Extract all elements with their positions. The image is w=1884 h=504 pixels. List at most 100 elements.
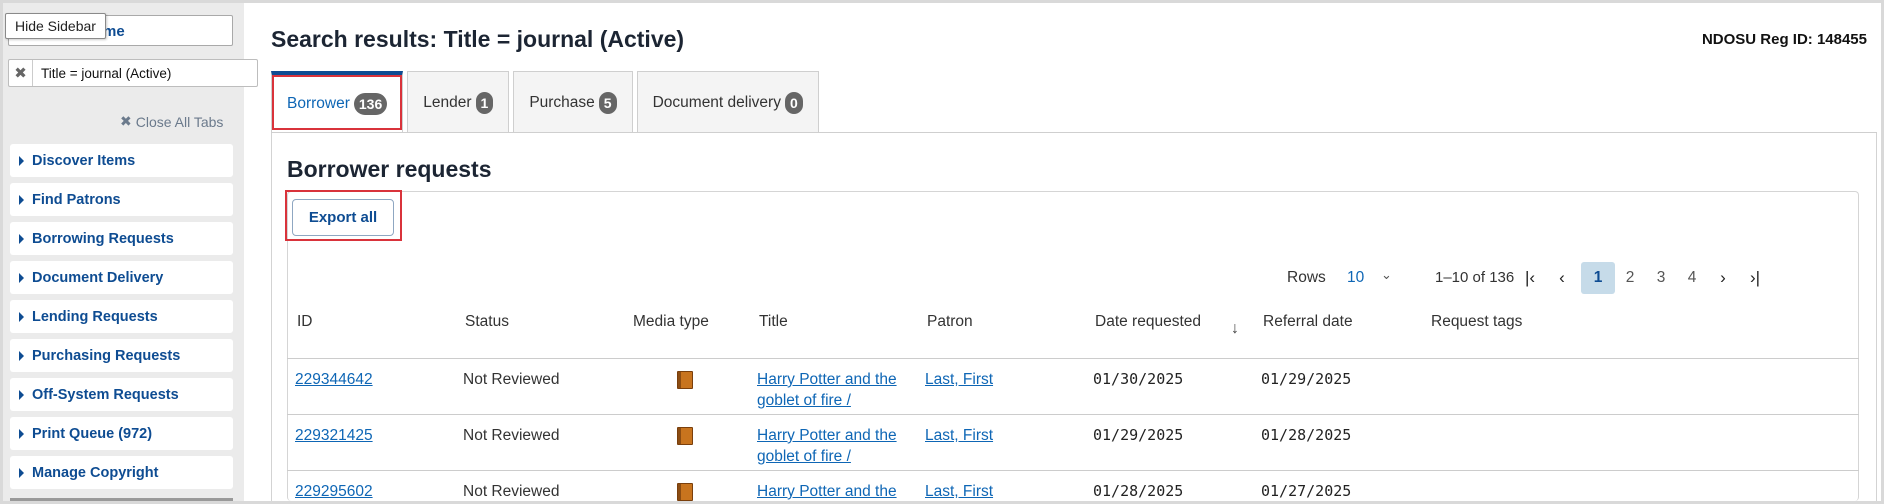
- column-header-id[interactable]: ID: [297, 313, 313, 331]
- sidebar-item-label: Print Queue (972): [32, 425, 153, 442]
- page-button-4[interactable]: 4: [1675, 262, 1709, 294]
- search-result-tab-label: Title = journal (Active): [41, 65, 172, 81]
- request-id-link[interactable]: 229321425: [295, 425, 373, 446]
- date-requested-cell: 01/30/2025: [1093, 370, 1184, 388]
- title-cell: Harry Potter and the: [757, 481, 897, 502]
- column-header-request-tags[interactable]: Request tags: [1431, 313, 1522, 331]
- sidebar-item-lending-requests[interactable]: Lending Requests: [10, 300, 233, 333]
- rows-per-page-select[interactable]: 10: [1347, 269, 1364, 287]
- title-link-continued[interactable]: goblet of fire /: [757, 392, 851, 409]
- tab-borrower[interactable]: Borrower 136: [271, 71, 404, 133]
- status-cell: Not Reviewed: [463, 427, 560, 444]
- first-page-icon: |‹: [1524, 268, 1536, 287]
- rows-label: Rows: [1287, 269, 1326, 286]
- close-icon: ✖: [120, 113, 132, 129]
- sidebar-item-label: Manage Copyright: [32, 464, 159, 481]
- search-result-tab[interactable]: ✖ Title = journal (Active): [8, 59, 258, 87]
- book-icon: [677, 483, 693, 501]
- sidebar-item-borrowing-requests[interactable]: Borrowing Requests: [10, 222, 233, 255]
- column-header-media-type[interactable]: Media type: [633, 313, 709, 331]
- tab-borrower-count-badge: 136: [353, 93, 388, 115]
- page-button-1[interactable]: 1: [1581, 262, 1615, 294]
- sidebar-divider: [10, 498, 233, 501]
- hide-sidebar-tooltip: Hide Sidebar: [5, 13, 106, 39]
- page-button-2[interactable]: 2: [1613, 262, 1647, 294]
- export-all-button[interactable]: Export all: [292, 199, 394, 236]
- last-page-icon: ›|: [1749, 268, 1761, 287]
- chevron-down-icon[interactable]: ⌄: [1381, 267, 1392, 283]
- title-link-continued[interactable]: goblet of fire /: [757, 448, 851, 465]
- table-header: ID Status Media type Title Patron Date r…: [287, 313, 1859, 359]
- sidebar-item-manage-copyright[interactable]: Manage Copyright: [10, 456, 233, 489]
- sidebar-item-purchasing-requests[interactable]: Purchasing Requests: [10, 339, 233, 372]
- referral-date-cell: 01/29/2025: [1261, 370, 1352, 388]
- title-cell: Harry Potter and the goblet of fire /: [757, 425, 897, 467]
- book-icon: [677, 371, 693, 389]
- sidebar-item-label: Discover Items: [32, 152, 136, 169]
- first-page-button[interactable]: |‹: [1513, 262, 1547, 294]
- patron-link[interactable]: Last, First: [925, 369, 993, 390]
- column-header-referral-date[interactable]: Referral date: [1263, 313, 1353, 331]
- close-all-tabs-link[interactable]: ✖ Close All Tabs: [120, 113, 223, 130]
- title-link[interactable]: Harry Potter and the: [757, 427, 897, 444]
- sidebar-item-print-queue[interactable]: Print Queue (972): [10, 417, 233, 450]
- date-requested-cell: 01/29/2025: [1093, 426, 1184, 444]
- sidebar-item-label: Find Patrons: [32, 191, 121, 208]
- title-link[interactable]: Harry Potter and the: [757, 483, 897, 500]
- status-cell: Not Reviewed: [463, 371, 560, 388]
- page-title: Search results: Title = journal (Active): [271, 26, 685, 52]
- patron-link[interactable]: Last, First: [925, 425, 993, 446]
- column-header-patron[interactable]: Patron: [927, 313, 973, 331]
- title-cell: Harry Potter and the goblet of fire /: [757, 369, 897, 411]
- referral-date-cell: 01/28/2025: [1261, 426, 1352, 444]
- sort-descending-icon[interactable]: ↓: [1231, 320, 1239, 338]
- book-icon: [677, 427, 693, 445]
- tab-document-delivery-count-badge: 0: [784, 91, 803, 114]
- referral-date-cell: 01/27/2025: [1261, 482, 1352, 500]
- sidebar-item-discover-items[interactable]: Discover Items: [10, 144, 233, 177]
- tab-purchase-label: Purchase: [529, 93, 595, 111]
- caret-right-icon: [19, 350, 24, 361]
- request-id-link[interactable]: 229295602: [295, 481, 373, 502]
- page-button-3[interactable]: 3: [1644, 262, 1678, 294]
- caret-right-icon: [19, 389, 24, 400]
- table-row: 229321425 Not Reviewed Harry Potter and …: [287, 415, 1859, 471]
- title-link[interactable]: Harry Potter and the: [757, 371, 897, 388]
- caret-right-icon: [19, 311, 24, 322]
- status-cell: Not Reviewed: [463, 483, 560, 500]
- caret-right-icon: [19, 428, 24, 439]
- sidebar: me Hide Sidebar ✖ Title = journal (Activ…: [3, 3, 258, 501]
- pagination: Rows 10 ⌄ 1–10 of 136 |‹ ‹ 1 2 3 4 › ›|: [247, 262, 1881, 294]
- close-all-tabs-label: Close All Tabs: [135, 113, 224, 130]
- column-header-title[interactable]: Title: [759, 313, 788, 331]
- tab-purchase-count-badge: 5: [598, 91, 617, 114]
- sidebar-item-label: Off-System Requests: [32, 386, 179, 403]
- tab-document-delivery[interactable]: Document delivery 0: [636, 71, 819, 133]
- tab-lender-label: Lender: [423, 93, 472, 111]
- patron-link[interactable]: Last, First: [925, 481, 993, 502]
- last-page-button[interactable]: ›|: [1738, 262, 1772, 294]
- sidebar-item-label: Purchasing Requests: [32, 347, 181, 364]
- column-header-date-requested[interactable]: Date requested: [1095, 313, 1201, 331]
- tab-lender[interactable]: Lender 1: [407, 71, 510, 133]
- request-id-link[interactable]: 229344642: [295, 369, 373, 390]
- caret-right-icon: [19, 194, 24, 205]
- main-content: Search results: Title = journal (Active)…: [247, 3, 1881, 501]
- column-header-status[interactable]: Status: [465, 313, 509, 331]
- section-title: Borrower requests: [287, 156, 492, 182]
- date-requested-cell: 01/28/2025: [1093, 482, 1184, 500]
- sidebar-item-label: Borrowing Requests: [32, 230, 174, 247]
- next-page-button[interactable]: ›: [1706, 262, 1740, 294]
- sidebar-item-document-delivery[interactable]: Document Delivery: [10, 261, 233, 294]
- sidebar-item-off-system-requests[interactable]: Off-System Requests: [10, 378, 233, 411]
- previous-page-button[interactable]: ‹: [1545, 262, 1579, 294]
- caret-right-icon: [19, 233, 24, 244]
- tab-purchase[interactable]: Purchase 5: [513, 71, 633, 133]
- close-tab-icon[interactable]: ✖: [9, 60, 33, 86]
- chevron-right-icon: ›: [1720, 268, 1726, 287]
- tab-lender-count-badge: 1: [475, 91, 494, 114]
- home-tab-label: me: [103, 23, 125, 40]
- chevron-left-icon: ‹: [1559, 268, 1565, 287]
- sidebar-item-find-patrons[interactable]: Find Patrons: [10, 183, 233, 216]
- tab-borrower-label: Borrower: [287, 95, 350, 112]
